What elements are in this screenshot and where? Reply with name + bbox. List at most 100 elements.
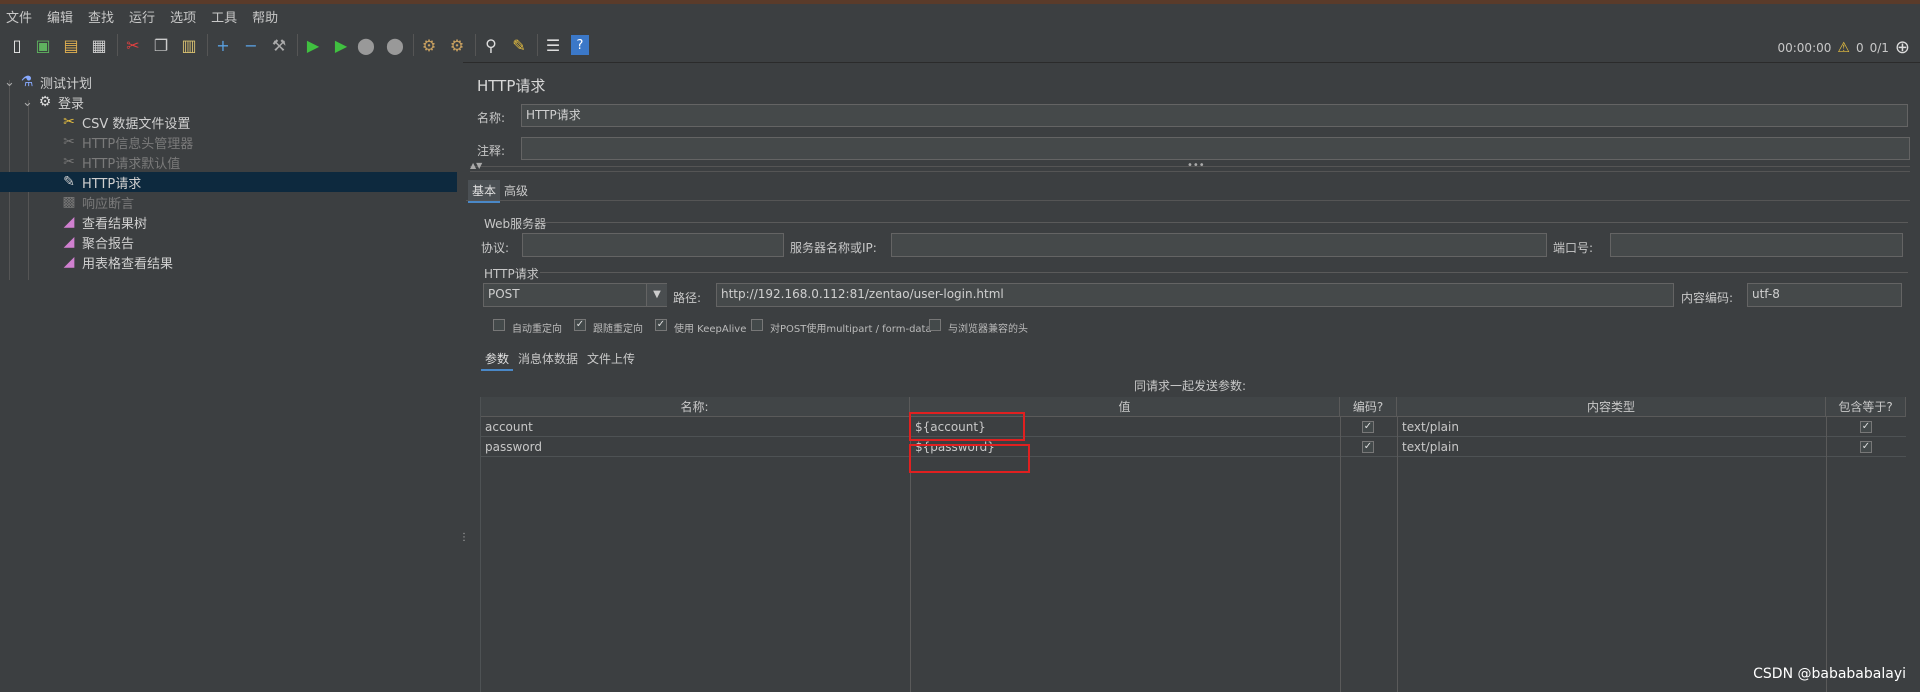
menu-file[interactable]: 文件 — [0, 7, 41, 26]
column-header-name[interactable]: 名称: — [480, 397, 910, 417]
tree-item-results-tree[interactable]: ◢ 查看结果树 — [60, 212, 147, 232]
paste-icon[interactable]: ▥ — [179, 35, 199, 55]
http-request-group-line — [540, 272, 1908, 273]
params-caption: 同请求一起发送参数: — [1134, 379, 1247, 393]
help-icon[interactable]: ? — [571, 35, 589, 55]
copy-icon[interactable]: ❐ — [151, 35, 171, 55]
gear-icon: ⚙ — [38, 94, 52, 110]
comment-input[interactable] — [521, 137, 1910, 160]
tree-item-login[interactable]: ⌄ ⚙ 登录 — [22, 92, 84, 112]
column-header-content-type[interactable]: 内容类型 — [1397, 397, 1826, 417]
tree-item-http-request[interactable]: ✎ HTTP请求 — [0, 172, 457, 192]
column-header-include-equals[interactable]: 包含等于? — [1826, 397, 1906, 417]
tab-advanced[interactable]: 高级 — [500, 180, 532, 201]
server-input[interactable] — [891, 233, 1547, 257]
name-input[interactable]: HTTP请求 — [521, 104, 1908, 127]
drag-dots-icon[interactable]: ••• — [1187, 160, 1205, 171]
tree-item-test-plan[interactable]: ⌄ ⚗ 测试计划 — [4, 72, 92, 92]
new-icon[interactable]: ▯ — [7, 35, 27, 55]
menu-run[interactable]: 运行 — [123, 7, 164, 26]
auto-redirect-checkbox[interactable] — [493, 319, 505, 331]
tree-item-label: CSV 数据文件设置 — [82, 116, 191, 132]
content-type-cell[interactable]: text/plain — [1397, 417, 1826, 437]
menu-options[interactable]: 选项 — [164, 7, 205, 26]
menu-edit[interactable]: 编辑 — [41, 7, 82, 26]
follow-redirect-checkbox[interactable]: ✓ — [574, 319, 586, 331]
menu-tools[interactable]: 工具 — [205, 7, 246, 26]
open-icon[interactable]: ▤ — [61, 35, 81, 55]
chevron-down-icon[interactable]: ⌄ — [22, 95, 36, 110]
include-equals-checkbox[interactable]: ✓ — [1860, 421, 1872, 433]
tree-item-assertion[interactable]: ▩ 响应断言 — [60, 192, 134, 212]
search-icon[interactable]: ⚲ — [481, 35, 501, 55]
browser-headers-checkbox[interactable] — [929, 319, 941, 331]
protocol-label: 协议: — [481, 241, 510, 255]
chevron-down-icon[interactable]: ▼ — [646, 284, 667, 306]
encode-checkbox[interactable]: ✓ — [1362, 441, 1374, 453]
port-input[interactable] — [1610, 233, 1903, 257]
tree-item-label: 查看结果树 — [82, 216, 148, 232]
tree-item-label: 登录 — [58, 96, 85, 112]
elapsed-time: 00:00:00 — [1777, 40, 1832, 55]
warning-icon[interactable]: ⚠ — [1837, 40, 1850, 56]
encode-checkbox[interactable]: ✓ — [1362, 421, 1374, 433]
path-input[interactable]: http://192.168.0.112:81/zentao/user-logi… — [716, 283, 1674, 307]
thread-count: 0/1 — [1869, 40, 1889, 55]
start-icon[interactable]: ▶ — [303, 35, 323, 55]
split-divider[interactable]: ⋮ — [457, 62, 469, 692]
start-no-pause-icon[interactable]: ▶ — [331, 35, 351, 55]
menu-help[interactable]: 帮助 — [246, 7, 287, 26]
stop-icon[interactable]: ⬤ — [356, 35, 376, 55]
param-name-cell[interactable]: password — [480, 437, 910, 457]
pen-icon: ✎ — [63, 174, 75, 190]
server-label: 服务器名称或IP: — [790, 241, 877, 255]
tab-body-data[interactable]: 消息体数据 — [514, 348, 582, 369]
globe-icon[interactable]: ⊕ — [1895, 37, 1910, 58]
tab-parameters[interactable]: 参数 — [481, 348, 514, 371]
clear-icon[interactable]: ⚙ — [419, 35, 439, 55]
drag-handle-icon[interactable]: ⋮ — [459, 532, 469, 543]
keepalive-checkbox[interactable]: ✓ — [655, 319, 667, 331]
tree-item-aggregate-report[interactable]: ◢ 聚合报告 — [60, 232, 134, 252]
protocol-input[interactable] — [522, 233, 784, 257]
tab-files-upload[interactable]: 文件上传 — [583, 348, 639, 369]
multipart-checkbox[interactable] — [751, 319, 763, 331]
chevron-down-icon[interactable]: ⌄ — [4, 75, 18, 90]
menu-search[interactable]: 查找 — [82, 7, 123, 26]
web-server-label: Web服务器 — [484, 217, 547, 231]
include-equals-checkbox[interactable]: ✓ — [1860, 441, 1872, 453]
chart-icon: ◢ — [63, 234, 75, 250]
expand-icon[interactable]: + — [213, 35, 233, 55]
templates-icon[interactable]: ▣ — [33, 35, 53, 55]
method-select[interactable]: POST — [483, 283, 667, 307]
http-request-label: HTTP请求 — [484, 267, 539, 281]
tree-item-results-table[interactable]: ◢ 用表格查看结果 — [60, 252, 173, 272]
collapse-icon[interactable]: − — [241, 35, 261, 55]
scissors-icon: ✂ — [63, 134, 75, 150]
highlight-box — [909, 412, 1025, 441]
collapse-arrows-icon[interactable]: ▲▼ — [470, 161, 482, 170]
function-helper-icon[interactable]: ☰ — [543, 35, 563, 55]
scissors-icon: ✂ — [63, 114, 75, 130]
comment-label: 注释: — [477, 144, 506, 158]
cut-icon[interactable]: ✂ — [123, 35, 143, 55]
tree-item-request-defaults[interactable]: ✂ HTTP请求默认值 — [60, 152, 180, 172]
scissors-icon: ✂ — [63, 154, 75, 170]
content-type-cell[interactable]: text/plain — [1397, 437, 1826, 457]
save-icon[interactable]: ▦ — [89, 35, 109, 55]
section-splitter[interactable]: ▲▼ ••• — [470, 160, 1910, 172]
reset-search-icon[interactable]: ✎ — [509, 35, 529, 55]
follow-redirect-label: 跟随重定向 — [593, 324, 643, 335]
shutdown-icon[interactable]: ⬤ — [385, 35, 405, 55]
encoding-label: 内容编码: — [1681, 291, 1734, 305]
clear-all-icon[interactable]: ⚙ — [447, 35, 467, 55]
method-value: POST — [488, 287, 520, 301]
path-label: 路径: — [673, 291, 702, 305]
encoding-input[interactable]: utf-8 — [1747, 283, 1902, 307]
toggle-icon[interactable]: ⚒ — [269, 35, 289, 55]
tree-item-csv[interactable]: ✂ CSV 数据文件设置 — [60, 112, 190, 132]
tree-item-header-manager[interactable]: ✂ HTTP信息头管理器 — [60, 132, 193, 152]
tree-item-label: 用表格查看结果 — [82, 256, 174, 272]
param-name-cell[interactable]: account — [480, 417, 910, 437]
column-header-encode[interactable]: 编码? — [1340, 397, 1397, 417]
